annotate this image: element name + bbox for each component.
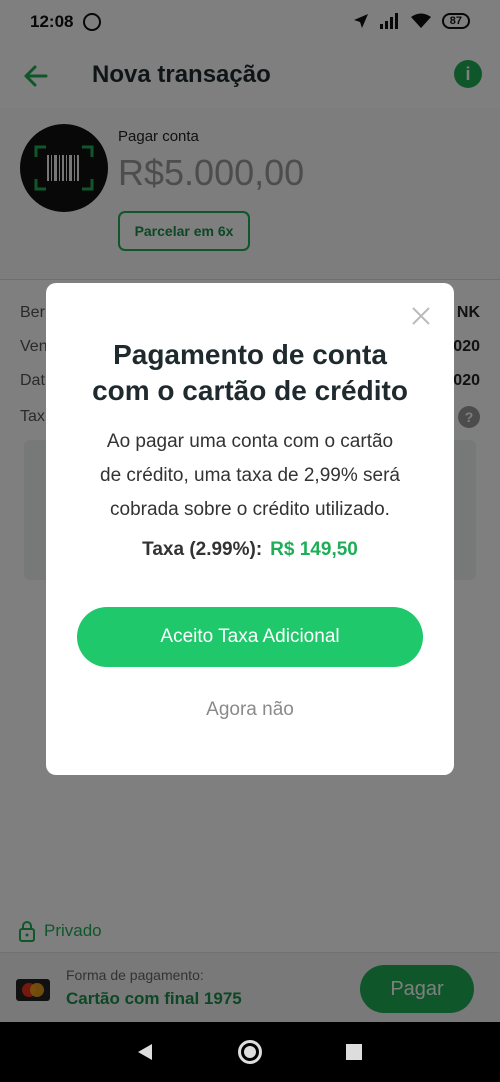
nav-home-icon[interactable] xyxy=(238,1040,262,1064)
dialog-title-line: com o cartão de crédito xyxy=(92,375,408,406)
dialog-message-line: Ao pagar uma conta com o cartão xyxy=(106,431,394,452)
fee-value: R$ 149,50 xyxy=(270,539,358,560)
dialog-message-line: cobrada sobre o crédito utilizado. xyxy=(110,499,390,520)
credit-fee-dialog: Pagamento de conta com o cartão de crédi… xyxy=(46,283,454,775)
dialog-title: Pagamento de conta com o cartão de crédi… xyxy=(46,337,454,409)
dialog-message: Ao pagar uma conta com o cartão de crédi… xyxy=(76,425,424,527)
nav-recents-icon[interactable] xyxy=(346,1044,362,1060)
fee-label: Taxa (2.99%): xyxy=(142,539,263,560)
fee-row: Taxa (2.99%): R$ 149,50 xyxy=(46,539,454,561)
system-nav-bar xyxy=(0,1022,500,1082)
nav-back-icon[interactable] xyxy=(138,1044,152,1060)
close-icon[interactable] xyxy=(410,305,432,327)
accept-fee-button[interactable]: Aceito Taxa Adicional xyxy=(77,607,423,667)
dialog-title-line: Pagamento de conta xyxy=(113,339,387,370)
decline-button[interactable]: Agora não xyxy=(46,699,454,721)
dialog-message-line: de crédito, uma taxa de 2,99% será xyxy=(100,465,400,486)
